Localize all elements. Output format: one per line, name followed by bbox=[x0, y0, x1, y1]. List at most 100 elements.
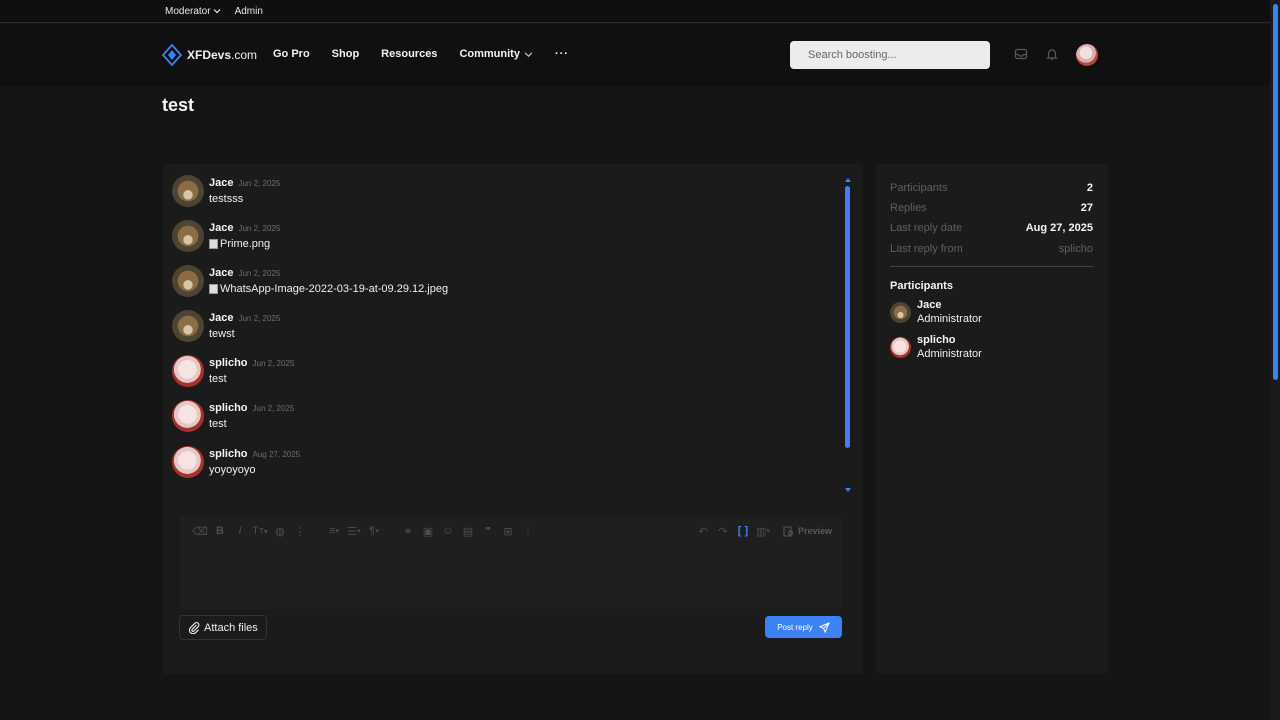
logo-text: XFDevs bbox=[187, 48, 232, 62]
avatar[interactable] bbox=[890, 302, 911, 323]
text-size-icon[interactable]: T T▾ bbox=[250, 523, 270, 539]
scroll-up-arrow-icon[interactable] bbox=[845, 178, 851, 182]
message-item: Jace Jun 2, 2025 testsss bbox=[172, 175, 280, 215]
message-text: test bbox=[209, 373, 227, 385]
align-icon[interactable]: ☰ ▾ bbox=[344, 523, 364, 539]
list-icon[interactable]: ≡ ▾ bbox=[324, 523, 344, 539]
avatar[interactable] bbox=[890, 337, 911, 358]
more-text-options-icon[interactable]: ⋮ bbox=[290, 523, 310, 539]
message-scrollbar[interactable] bbox=[843, 176, 853, 492]
message-author[interactable]: Jace bbox=[209, 177, 233, 189]
message-image-alt[interactable]: Prime.png bbox=[220, 238, 270, 250]
media-icon[interactable]: ▤ bbox=[458, 523, 478, 539]
avatar[interactable] bbox=[172, 355, 204, 387]
staff-bar: Moderator Admin bbox=[0, 0, 1270, 23]
message-date: Jun 2, 2025 bbox=[252, 359, 295, 368]
avatar[interactable] bbox=[172, 175, 204, 207]
quote-icon[interactable]: ❞ bbox=[478, 523, 498, 539]
message-text: testsss bbox=[209, 193, 244, 205]
link-icon[interactable]: ⚭ bbox=[398, 523, 418, 539]
nav-shop[interactable]: Shop bbox=[332, 48, 360, 60]
stat-value: Aug 27, 2025 bbox=[1025, 222, 1093, 234]
scrollbar-thumb[interactable] bbox=[845, 186, 850, 448]
message-image-alt[interactable]: WhatsApp-Image-2022-03-19-at-09.29.12.jp… bbox=[220, 283, 448, 295]
message-item: splicho Aug 27, 2025 yoyoyoyo bbox=[172, 446, 300, 486]
moderator-label: Moderator bbox=[165, 5, 211, 17]
admin-label: Admin bbox=[234, 5, 263, 17]
paragraph-icon[interactable]: ¶ ▾ bbox=[364, 523, 384, 539]
message-author[interactable]: Jace bbox=[209, 267, 233, 279]
page-title: test bbox=[162, 95, 195, 115]
bell-icon[interactable] bbox=[1045, 47, 1059, 61]
nav-resources[interactable]: Resources bbox=[381, 48, 437, 60]
message-text: test bbox=[209, 418, 227, 430]
emoji-icon[interactable]: ☺ bbox=[438, 523, 458, 539]
stat-last-reply-from: Last reply from splicho bbox=[890, 243, 1093, 255]
broken-image-icon bbox=[209, 239, 218, 249]
drafts-icon[interactable]: ▥ ▾ bbox=[753, 523, 773, 539]
bbcode-toggle-icon[interactable]: [ ] bbox=[733, 523, 753, 539]
stat-label: Participants bbox=[890, 182, 948, 194]
user-avatar[interactable] bbox=[1076, 44, 1098, 66]
attach-files-button[interactable]: Attach files bbox=[179, 615, 267, 640]
message-author[interactable]: Jace bbox=[209, 222, 233, 234]
clear-format-icon[interactable]: ⌫ bbox=[190, 523, 210, 539]
nav-label: Community bbox=[459, 48, 520, 60]
chevron-down-icon bbox=[524, 51, 533, 57]
send-icon bbox=[818, 621, 830, 633]
moderator-menu[interactable]: Moderator bbox=[165, 6, 221, 17]
more-icon: ··· bbox=[554, 48, 569, 60]
message-author[interactable]: splicho bbox=[209, 448, 248, 460]
nav-more-button[interactable]: ··· bbox=[555, 48, 569, 60]
stat-label: Last reply from bbox=[890, 243, 963, 255]
color-palette-icon[interactable]: ◍ bbox=[270, 523, 290, 539]
nav-label: Shop bbox=[331, 48, 360, 60]
message-author[interactable]: splicho bbox=[209, 357, 248, 369]
site-logo[interactable]: XFDevs.com bbox=[162, 44, 257, 66]
avatar[interactable] bbox=[172, 310, 204, 342]
reply-textarea[interactable] bbox=[180, 544, 842, 609]
message-item: Jace Jun 2, 2025 tewst bbox=[172, 310, 280, 350]
redo-icon[interactable]: ↷ bbox=[713, 523, 733, 539]
undo-icon[interactable]: ↶ bbox=[693, 523, 713, 539]
stat-value-link[interactable]: splicho bbox=[1059, 243, 1093, 255]
post-reply-button[interactable]: Post reply bbox=[765, 616, 842, 638]
bold-icon[interactable]: B bbox=[210, 523, 230, 539]
message-author[interactable]: Jace bbox=[209, 312, 233, 324]
table-icon[interactable]: ⊞ bbox=[498, 523, 518, 539]
image-icon[interactable]: ▣ bbox=[418, 523, 438, 539]
participant-name[interactable]: Jace bbox=[917, 299, 982, 311]
participant-item: splicho Administrator bbox=[890, 334, 982, 360]
preview-button[interactable]: Preview bbox=[783, 526, 832, 537]
inbox-icon[interactable] bbox=[1014, 47, 1028, 61]
search-input[interactable] bbox=[790, 41, 990, 69]
nav-community[interactable]: Community bbox=[459, 48, 533, 60]
admin-link[interactable]: Admin bbox=[235, 6, 263, 17]
message-item: Jace Jun 2, 2025 Prime.png bbox=[172, 220, 280, 260]
message-date: Jun 2, 2025 bbox=[238, 269, 281, 278]
stat-label: Replies bbox=[890, 202, 927, 214]
stat-label: Last reply date bbox=[890, 222, 963, 234]
message-text: yoyoyoyo bbox=[209, 464, 256, 476]
avatar[interactable] bbox=[172, 265, 204, 297]
avatar[interactable] bbox=[172, 446, 204, 478]
message-list[interactable]: Jace Jun 2, 2025 testsss Jace Jun 2, 2025 … bbox=[163, 170, 843, 495]
broken-image-icon bbox=[209, 284, 218, 294]
avatar[interactable] bbox=[172, 400, 204, 432]
page-scrollbar-thumb[interactable] bbox=[1273, 4, 1278, 380]
post-reply-label: Post reply bbox=[777, 622, 813, 632]
more-insert-options-icon[interactable]: ⋮ bbox=[518, 523, 538, 539]
avatar[interactable] bbox=[172, 220, 204, 252]
participants-heading: Participants bbox=[890, 280, 953, 292]
nav-go-pro[interactable]: Go Pro bbox=[273, 48, 310, 60]
message-date: Aug 27, 2025 bbox=[252, 450, 301, 459]
participant-name[interactable]: splicho bbox=[917, 334, 982, 346]
scroll-down-arrow-icon[interactable] bbox=[845, 488, 851, 492]
message-author[interactable]: splicho bbox=[209, 402, 248, 414]
stat-last-reply-date: Last reply date Aug 27, 2025 bbox=[890, 222, 1093, 234]
participant-role: Administrator bbox=[917, 348, 982, 360]
logo-icon bbox=[162, 44, 182, 66]
participant-role: Administrator bbox=[917, 313, 982, 325]
page-scrollbar[interactable] bbox=[1270, 0, 1280, 720]
italic-icon[interactable]: I bbox=[230, 523, 250, 539]
